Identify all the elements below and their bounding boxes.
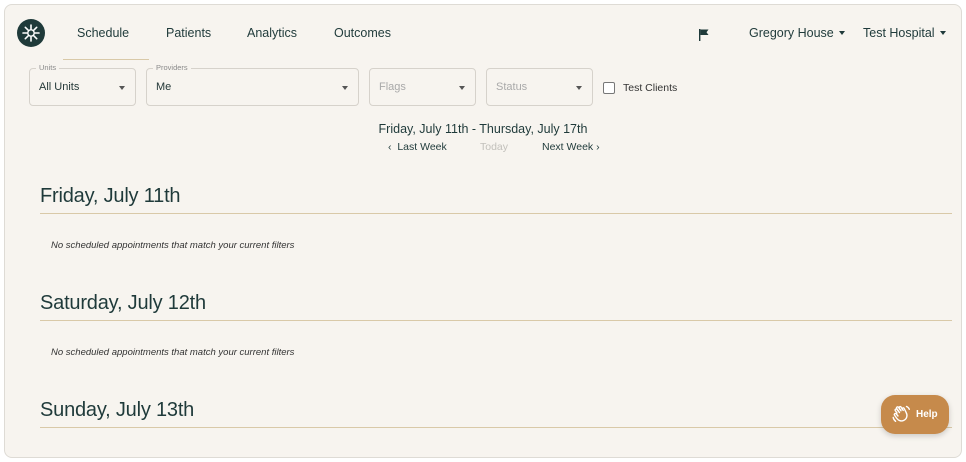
test-clients-label: Test Clients: [623, 82, 678, 94]
day-divider: [40, 427, 952, 428]
help-label: Help: [916, 409, 938, 420]
flags-placeholder: Flags: [379, 81, 406, 93]
units-select[interactable]: Units All Units: [29, 63, 136, 106]
chevron-down-icon: [342, 86, 348, 90]
waving-hand-icon: [892, 405, 910, 422]
status-placeholder: Status: [496, 81, 528, 93]
next-week-label: Next Week: [542, 141, 594, 153]
nav-schedule[interactable]: Schedule: [62, 26, 150, 60]
test-clients-checkbox[interactable]: [603, 82, 615, 94]
chevron-right-icon: ›: [596, 141, 600, 153]
hospital-name: Test Hospital: [863, 26, 935, 40]
nav-patients[interactable]: Patients: [166, 26, 211, 40]
flag-icon[interactable]: [698, 28, 710, 41]
chevron-down-icon: [459, 86, 465, 90]
today-link[interactable]: Today: [480, 141, 508, 153]
logo-icon[interactable]: [17, 19, 45, 47]
day-divider: [40, 320, 952, 321]
units-value: All Units: [39, 81, 80, 93]
chevron-down-icon: [576, 86, 582, 90]
help-button[interactable]: Help: [881, 395, 949, 434]
chevron-down-icon: [119, 86, 125, 90]
next-week-link[interactable]: Next Week ›: [542, 141, 600, 153]
day-title: Saturday, July 12th: [40, 292, 206, 314]
week-range: Friday, July 11th - Thursday, July 17th: [378, 122, 588, 136]
last-week-link[interactable]: ‹ Last Week: [388, 141, 447, 153]
empty-appointments-message: No scheduled appointments that match you…: [51, 347, 295, 358]
user-menu[interactable]: Gregory House: [749, 26, 845, 40]
last-week-label: Last Week: [397, 141, 447, 153]
flags-select[interactable]: Flags: [369, 68, 476, 106]
providers-legend: Providers: [153, 63, 191, 72]
user-name: Gregory House: [749, 26, 834, 40]
chevron-left-icon: ‹: [388, 141, 392, 153]
nav-analytics[interactable]: Analytics: [247, 26, 297, 40]
units-legend: Units: [36, 63, 60, 72]
hospital-menu[interactable]: Test Hospital: [863, 26, 946, 40]
chevron-down-icon: [939, 31, 946, 35]
nav-outcomes[interactable]: Outcomes: [334, 26, 391, 40]
day-divider: [40, 213, 952, 214]
app-frame: Schedule Patients Analytics Outcomes Gre…: [4, 4, 962, 458]
chevron-down-icon: [838, 31, 845, 35]
day-title: Friday, July 11th: [40, 185, 181, 207]
day-title: Sunday, July 13th: [40, 399, 195, 421]
providers-select[interactable]: Providers Me: [146, 63, 359, 106]
top-nav: Schedule Patients Analytics Outcomes Gre…: [5, 5, 961, 61]
status-select[interactable]: Status: [486, 68, 593, 106]
providers-value: Me: [156, 81, 172, 93]
empty-appointments-message: No scheduled appointments that match you…: [51, 240, 295, 251]
